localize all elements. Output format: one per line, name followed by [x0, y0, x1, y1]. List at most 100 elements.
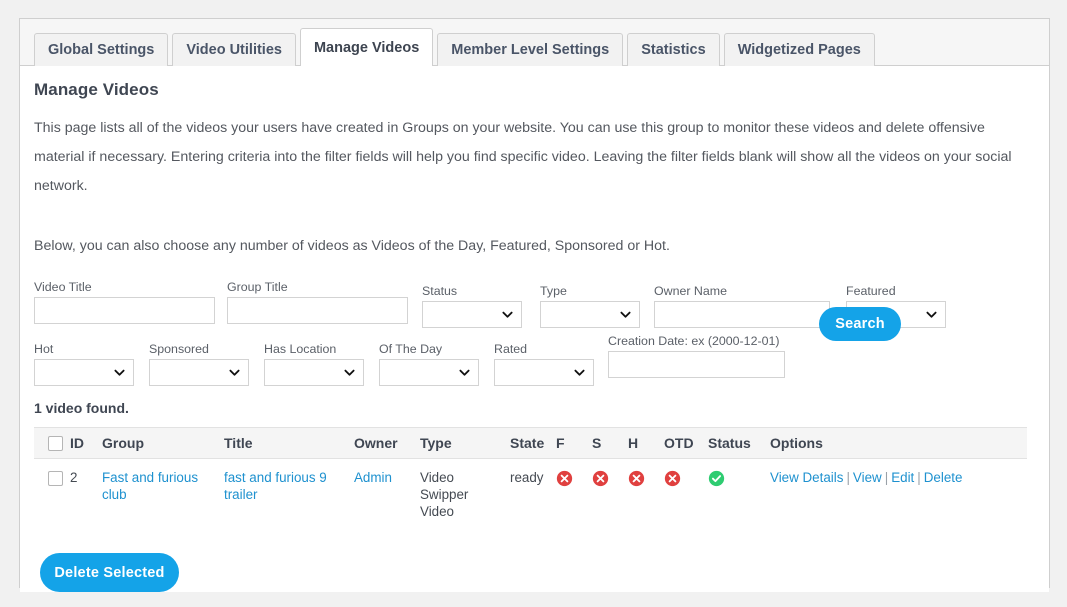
- chevron-down-icon: [502, 308, 513, 319]
- label-hot: Hot: [34, 342, 54, 356]
- chevron-down-icon: [926, 308, 937, 319]
- chevron-down-icon: [344, 366, 355, 377]
- label-rated: Rated: [494, 342, 528, 356]
- view-link[interactable]: View: [853, 470, 882, 485]
- chevron-down-icon: [114, 366, 125, 377]
- cell-otd: [664, 459, 708, 533]
- page-description: This page lists all of the videos your u…: [34, 120, 1012, 194]
- label-has-location: Has Location: [264, 342, 337, 356]
- column-header-status: Status: [708, 427, 770, 459]
- owner-link[interactable]: Admin: [354, 470, 392, 485]
- row-select-cell: [34, 459, 70, 533]
- label-featured: Featured: [846, 284, 896, 298]
- field-creation-date: Creation Date: ex (2000-12-01): [608, 334, 785, 378]
- of-the-day-select[interactable]: [379, 359, 479, 386]
- option-separator: |: [884, 470, 889, 485]
- settings-panel: Global Settings Video Utilities Manage V…: [19, 18, 1050, 592]
- video-title-input[interactable]: [34, 297, 215, 324]
- label-video-title: Video Title: [34, 280, 92, 294]
- delete-link[interactable]: Delete: [924, 470, 963, 485]
- owner-name-input[interactable]: [654, 301, 830, 328]
- delete-selected-button[interactable]: Delete Selected: [40, 553, 179, 592]
- tab-global-settings[interactable]: Global Settings: [34, 33, 169, 66]
- creation-date-input[interactable]: [608, 351, 785, 378]
- field-rated: Rated: [494, 342, 594, 386]
- cell-sponsored: [592, 459, 628, 533]
- cell-type: Video Swipper Video: [420, 470, 469, 519]
- cell-id: 2: [70, 470, 78, 485]
- field-owner-name: Owner Name: [654, 284, 830, 328]
- tab-bar: Global Settings Video Utilities Manage V…: [20, 19, 1049, 67]
- check-circle-icon[interactable]: [708, 470, 725, 487]
- sponsored-select[interactable]: [149, 359, 249, 386]
- tab-statistics[interactable]: Statistics: [627, 33, 720, 66]
- tab-label: Manage Videos: [313, 39, 420, 56]
- column-header-title: Title: [224, 427, 354, 459]
- tab-video-utilities[interactable]: Video Utilities: [172, 33, 296, 66]
- select-all-checkbox[interactable]: [48, 436, 63, 452]
- table-row: 2 Fast and furious club fast and furious…: [34, 459, 1027, 533]
- rated-select[interactable]: [494, 359, 594, 386]
- field-group-title: Group Title: [227, 280, 408, 324]
- cell-owner: Admin: [354, 459, 420, 533]
- column-header-options: Options: [770, 427, 1027, 459]
- chevron-down-icon: [620, 308, 631, 319]
- table-header-row: ID Group Title Owner Type State F S H OT…: [34, 427, 1027, 459]
- label-creation-date: Creation Date: ex (2000-12-01): [608, 334, 780, 348]
- field-of-the-day: Of The Day: [379, 342, 479, 386]
- panel-body: Manage Videos This page lists all of the…: [20, 66, 1049, 592]
- field-has-location: Has Location: [264, 342, 364, 386]
- row-select-checkbox[interactable]: [48, 470, 63, 486]
- tab-manage-videos[interactable]: Manage Videos: [299, 28, 434, 67]
- cross-circle-icon[interactable]: [592, 470, 609, 487]
- page-title: Manage Videos: [34, 80, 159, 99]
- column-header-hot: H: [628, 427, 664, 459]
- field-video-title: Video Title: [34, 280, 215, 324]
- tab-member-level-settings[interactable]: Member Level Settings: [437, 33, 624, 66]
- column-header-owner: Owner: [354, 427, 420, 459]
- field-status: Status: [422, 284, 522, 328]
- group-title-input[interactable]: [227, 297, 408, 324]
- type-select[interactable]: [540, 301, 640, 328]
- cross-circle-icon[interactable]: [556, 470, 573, 487]
- videos-table: ID Group Title Owner Type State F S H OT…: [34, 427, 1027, 532]
- column-header-state: State: [510, 427, 556, 459]
- cross-circle-icon[interactable]: [628, 470, 645, 487]
- option-separator: |: [917, 470, 921, 485]
- status-select[interactable]: [422, 301, 522, 328]
- select-all-header: [34, 427, 70, 459]
- tab-label: Member Level Settings: [451, 42, 610, 58]
- results-count: 1 video found.: [34, 400, 129, 416]
- tab-label: Widgetized Pages: [737, 42, 861, 58]
- filter-form: Video Title Group Title Status Type Owne…: [34, 280, 1031, 395]
- field-type: Type: [540, 284, 640, 328]
- cell-group: Fast and furious club: [102, 459, 224, 533]
- screen: Global Settings Video Utilities Manage V…: [0, 0, 1067, 607]
- tab-label: Video Utilities: [186, 42, 282, 58]
- title-link[interactable]: fast and furious 9 trailer: [224, 470, 327, 502]
- tab-widgetized-pages[interactable]: Widgetized Pages: [723, 33, 875, 66]
- chevron-down-icon: [574, 366, 585, 377]
- field-sponsored: Sponsored: [149, 342, 249, 386]
- label-type: Type: [540, 284, 567, 298]
- column-header-featured: F: [556, 427, 592, 459]
- hot-select[interactable]: [34, 359, 134, 386]
- edit-link[interactable]: Edit: [891, 470, 914, 485]
- tab-label: Statistics: [641, 42, 706, 58]
- label-status: Status: [422, 284, 458, 298]
- field-hot: Hot: [34, 342, 134, 386]
- cross-circle-icon[interactable]: [664, 470, 681, 487]
- cell-options: View Details | View | Edit | Delete: [770, 459, 1027, 533]
- page-description-secondary: Below, you can also choose any number of…: [34, 238, 670, 254]
- view-details-link[interactable]: View Details: [770, 470, 843, 485]
- cell-hot: [628, 459, 664, 533]
- chevron-down-icon: [459, 366, 470, 377]
- label-owner-name: Owner Name: [654, 284, 727, 298]
- group-link[interactable]: Fast and furious club: [102, 470, 198, 502]
- column-header-otd: OTD: [664, 427, 708, 459]
- search-button[interactable]: Search: [819, 307, 901, 341]
- column-header-sponsored: S: [592, 427, 628, 459]
- has-location-select[interactable]: [264, 359, 364, 386]
- cell-title: fast and furious 9 trailer: [224, 459, 354, 533]
- cell-status: [708, 459, 770, 533]
